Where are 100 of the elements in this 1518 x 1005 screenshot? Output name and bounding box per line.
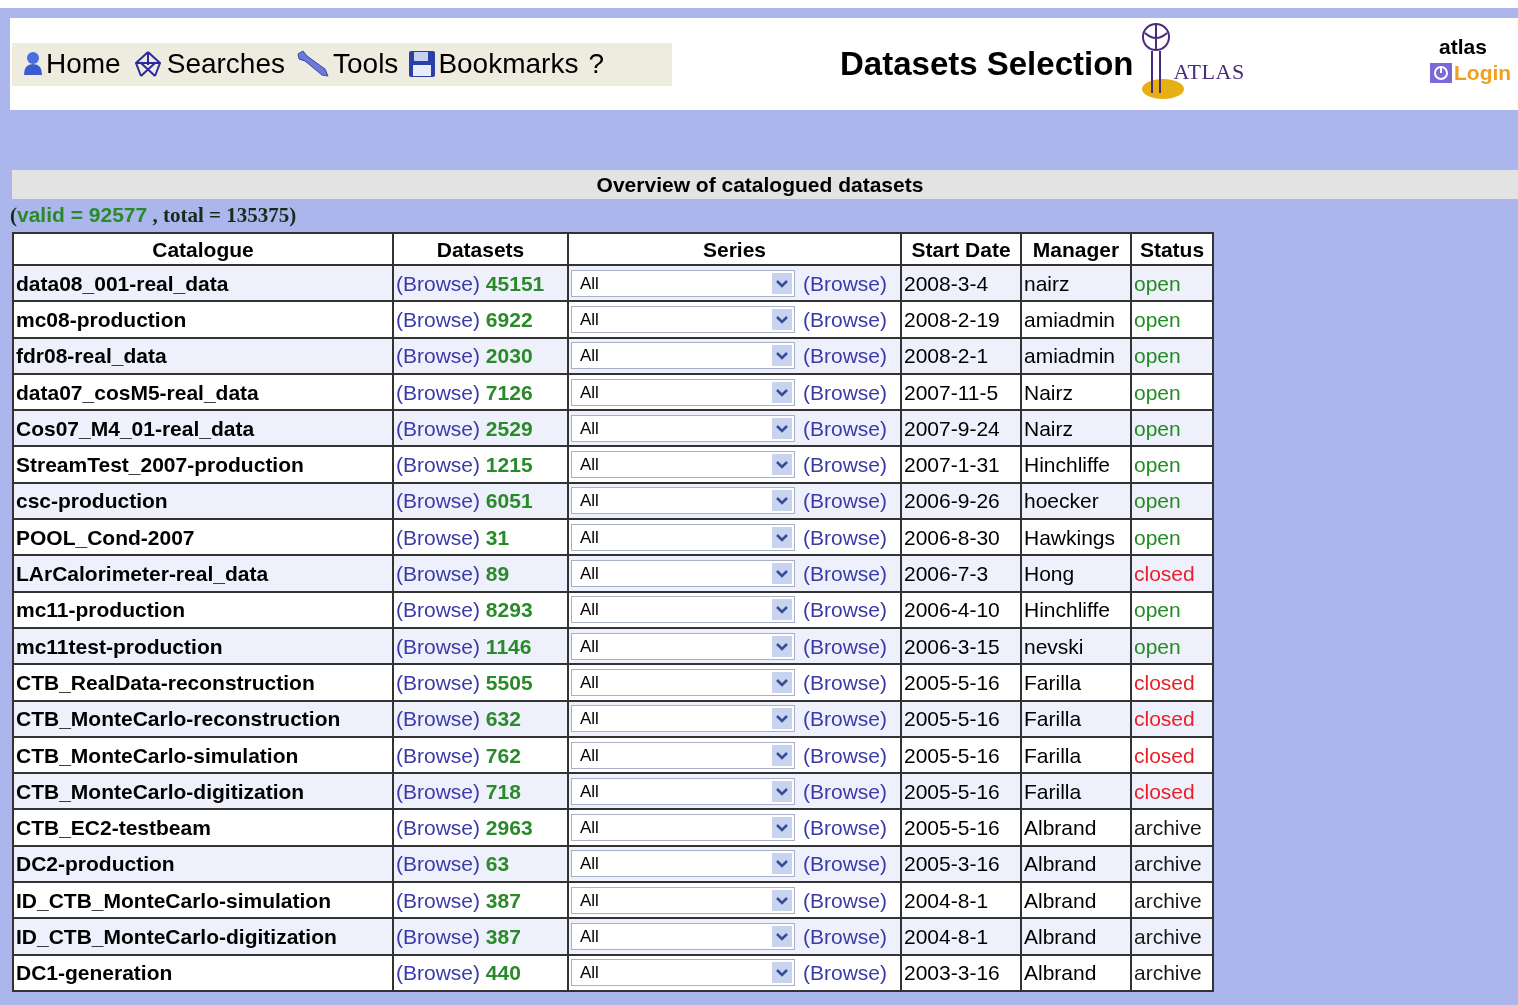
browse-link[interactable]: (Browse) <box>396 598 480 622</box>
browse-link[interactable]: (Browse) <box>396 707 480 731</box>
chevron-down-icon <box>772 417 792 439</box>
dataset-count: 45151 <box>485 271 545 295</box>
nav-link[interactable]: Tools <box>295 49 399 79</box>
browse-link[interactable]: (Browse) <box>396 453 480 477</box>
chevron-down-icon <box>772 780 792 802</box>
series-dropdown[interactable]: All <box>571 523 795 551</box>
browse-link[interactable]: (Browse) <box>396 416 480 440</box>
series-dropdown[interactable]: All <box>571 777 795 805</box>
chevron-down-icon <box>772 853 792 875</box>
chevron-down-icon <box>772 962 792 984</box>
series-dropdown[interactable]: All <box>571 632 795 660</box>
dataset-count: 2030 <box>485 344 533 368</box>
browse-link[interactable]: (Browse) <box>396 562 480 585</box>
browse-link[interactable]: (Browse) <box>396 743 480 767</box>
browse-link[interactable]: (Browse) <box>396 380 480 404</box>
series-dropdown[interactable]: All <box>571 814 795 842</box>
nav-link[interactable]: ? <box>588 50 604 78</box>
browse-link[interactable]: (Browse) <box>803 926 887 947</box>
browse-link[interactable]: (Browse) <box>803 817 887 839</box>
series-dropdown[interactable]: All <box>571 305 795 333</box>
series-dropdown[interactable]: All <box>571 959 795 987</box>
browse-link[interactable]: (Browse) <box>396 852 480 876</box>
dataset-count: 1146 <box>485 634 532 658</box>
browse-link[interactable]: (Browse) <box>803 635 887 657</box>
dataset-count: 387 <box>485 925 521 948</box>
status-text: archive <box>1131 918 1213 955</box>
dataset-count: 1215 <box>485 453 533 477</box>
series-dropdown[interactable]: All <box>571 668 795 696</box>
series-dropdown[interactable]: All <box>571 378 795 406</box>
manager-name: Hinchliffe <box>1021 446 1131 483</box>
browse-link[interactable]: (Browse) <box>803 853 887 875</box>
series-dropdown[interactable]: All <box>571 705 795 733</box>
start-date: 2005-5-16 <box>901 809 1021 846</box>
series-dropdown[interactable]: All <box>571 414 795 442</box>
series-dropdown[interactable]: All <box>571 269 795 297</box>
dataset-count: 8293 <box>485 598 533 622</box>
status-text: open <box>1131 591 1213 628</box>
browse-link[interactable]: (Browse) <box>803 780 887 802</box>
manager-name: Albrand <box>1021 918 1131 955</box>
start-date: 2006-4-10 <box>901 591 1021 628</box>
series-dropdown[interactable]: All <box>571 342 795 370</box>
chevron-down-icon <box>772 563 792 584</box>
browse-link[interactable]: (Browse) <box>396 344 480 368</box>
browse-link[interactable]: (Browse) <box>803 671 887 693</box>
column-header: Series <box>568 233 901 265</box>
browse-link[interactable]: (Browse) <box>803 599 887 621</box>
nav-link[interactable]: Searches <box>130 49 285 79</box>
browse-link[interactable]: (Browse) <box>803 526 887 548</box>
status-text: open <box>1131 301 1213 338</box>
browse-link[interactable]: (Browse) <box>396 779 480 803</box>
browse-link[interactable]: (Browse) <box>803 490 887 512</box>
series-dropdown[interactable]: All <box>571 596 795 624</box>
browse-link[interactable]: (Browse) <box>396 489 480 513</box>
catalogue-name: fdr08-real_data <box>13 337 393 374</box>
series-dropdown[interactable]: All <box>571 923 795 950</box>
browse-link[interactable]: (Browse) <box>396 816 480 840</box>
series-dropdown[interactable]: All <box>571 886 795 914</box>
browse-link[interactable]: (Browse) <box>803 708 887 730</box>
column-header: Catalogue <box>13 233 393 265</box>
browse-link[interactable]: (Browse) <box>396 961 480 985</box>
browse-link[interactable]: (Browse) <box>396 925 480 948</box>
status-text: open <box>1131 446 1213 483</box>
browse-link[interactable]: (Browse) <box>803 962 887 984</box>
dataset-counts: (valid = 92577 , total = 135375) <box>10 202 297 230</box>
browse-link[interactable]: (Browse) <box>396 888 480 912</box>
chevron-down-icon <box>772 308 792 330</box>
browse-link[interactable]: (Browse) <box>396 525 480 549</box>
nav-link[interactable]: Home <box>22 50 121 78</box>
browse-link[interactable]: (Browse) <box>803 345 887 367</box>
browse-link[interactable]: (Browse) <box>803 744 887 766</box>
catalogue-name: LArCalorimeter-real_data <box>13 555 393 592</box>
power-icon <box>1430 63 1452 83</box>
dataset-count: 440 <box>485 961 521 985</box>
series-dropdown[interactable]: All <box>571 487 795 515</box>
series-dropdown[interactable]: All <box>571 850 795 878</box>
series-dropdown[interactable]: All <box>571 451 795 479</box>
catalogue-name: CTB_RealData-reconstruction <box>13 664 393 701</box>
browse-link[interactable]: (Browse) <box>803 381 887 403</box>
manager-name: Hinchliffe <box>1021 591 1131 628</box>
browse-link[interactable]: (Browse) <box>803 272 887 294</box>
chevron-down-icon <box>772 272 792 294</box>
status-text: archive <box>1131 809 1213 846</box>
start-date: 2005-5-16 <box>901 664 1021 701</box>
series-dropdown[interactable]: All <box>571 560 795 587</box>
chevron-down-icon <box>772 671 792 693</box>
browse-link[interactable]: (Browse) <box>803 417 887 439</box>
browse-link[interactable]: (Browse) <box>803 889 887 911</box>
browse-link[interactable]: (Browse) <box>396 307 480 331</box>
browse-link[interactable]: (Browse) <box>803 454 887 476</box>
series-dropdown[interactable]: All <box>571 741 795 769</box>
browse-link[interactable]: (Browse) <box>803 308 887 330</box>
browse-link[interactable]: (Browse) <box>803 563 887 584</box>
dataset-count: 7126 <box>485 380 533 404</box>
chevron-down-icon <box>772 744 792 766</box>
browse-link[interactable]: (Browse) <box>396 271 480 295</box>
browse-link[interactable]: (Browse) <box>396 634 480 658</box>
nav-link[interactable]: Bookmarks <box>408 50 579 78</box>
browse-link[interactable]: (Browse) <box>396 670 480 694</box>
